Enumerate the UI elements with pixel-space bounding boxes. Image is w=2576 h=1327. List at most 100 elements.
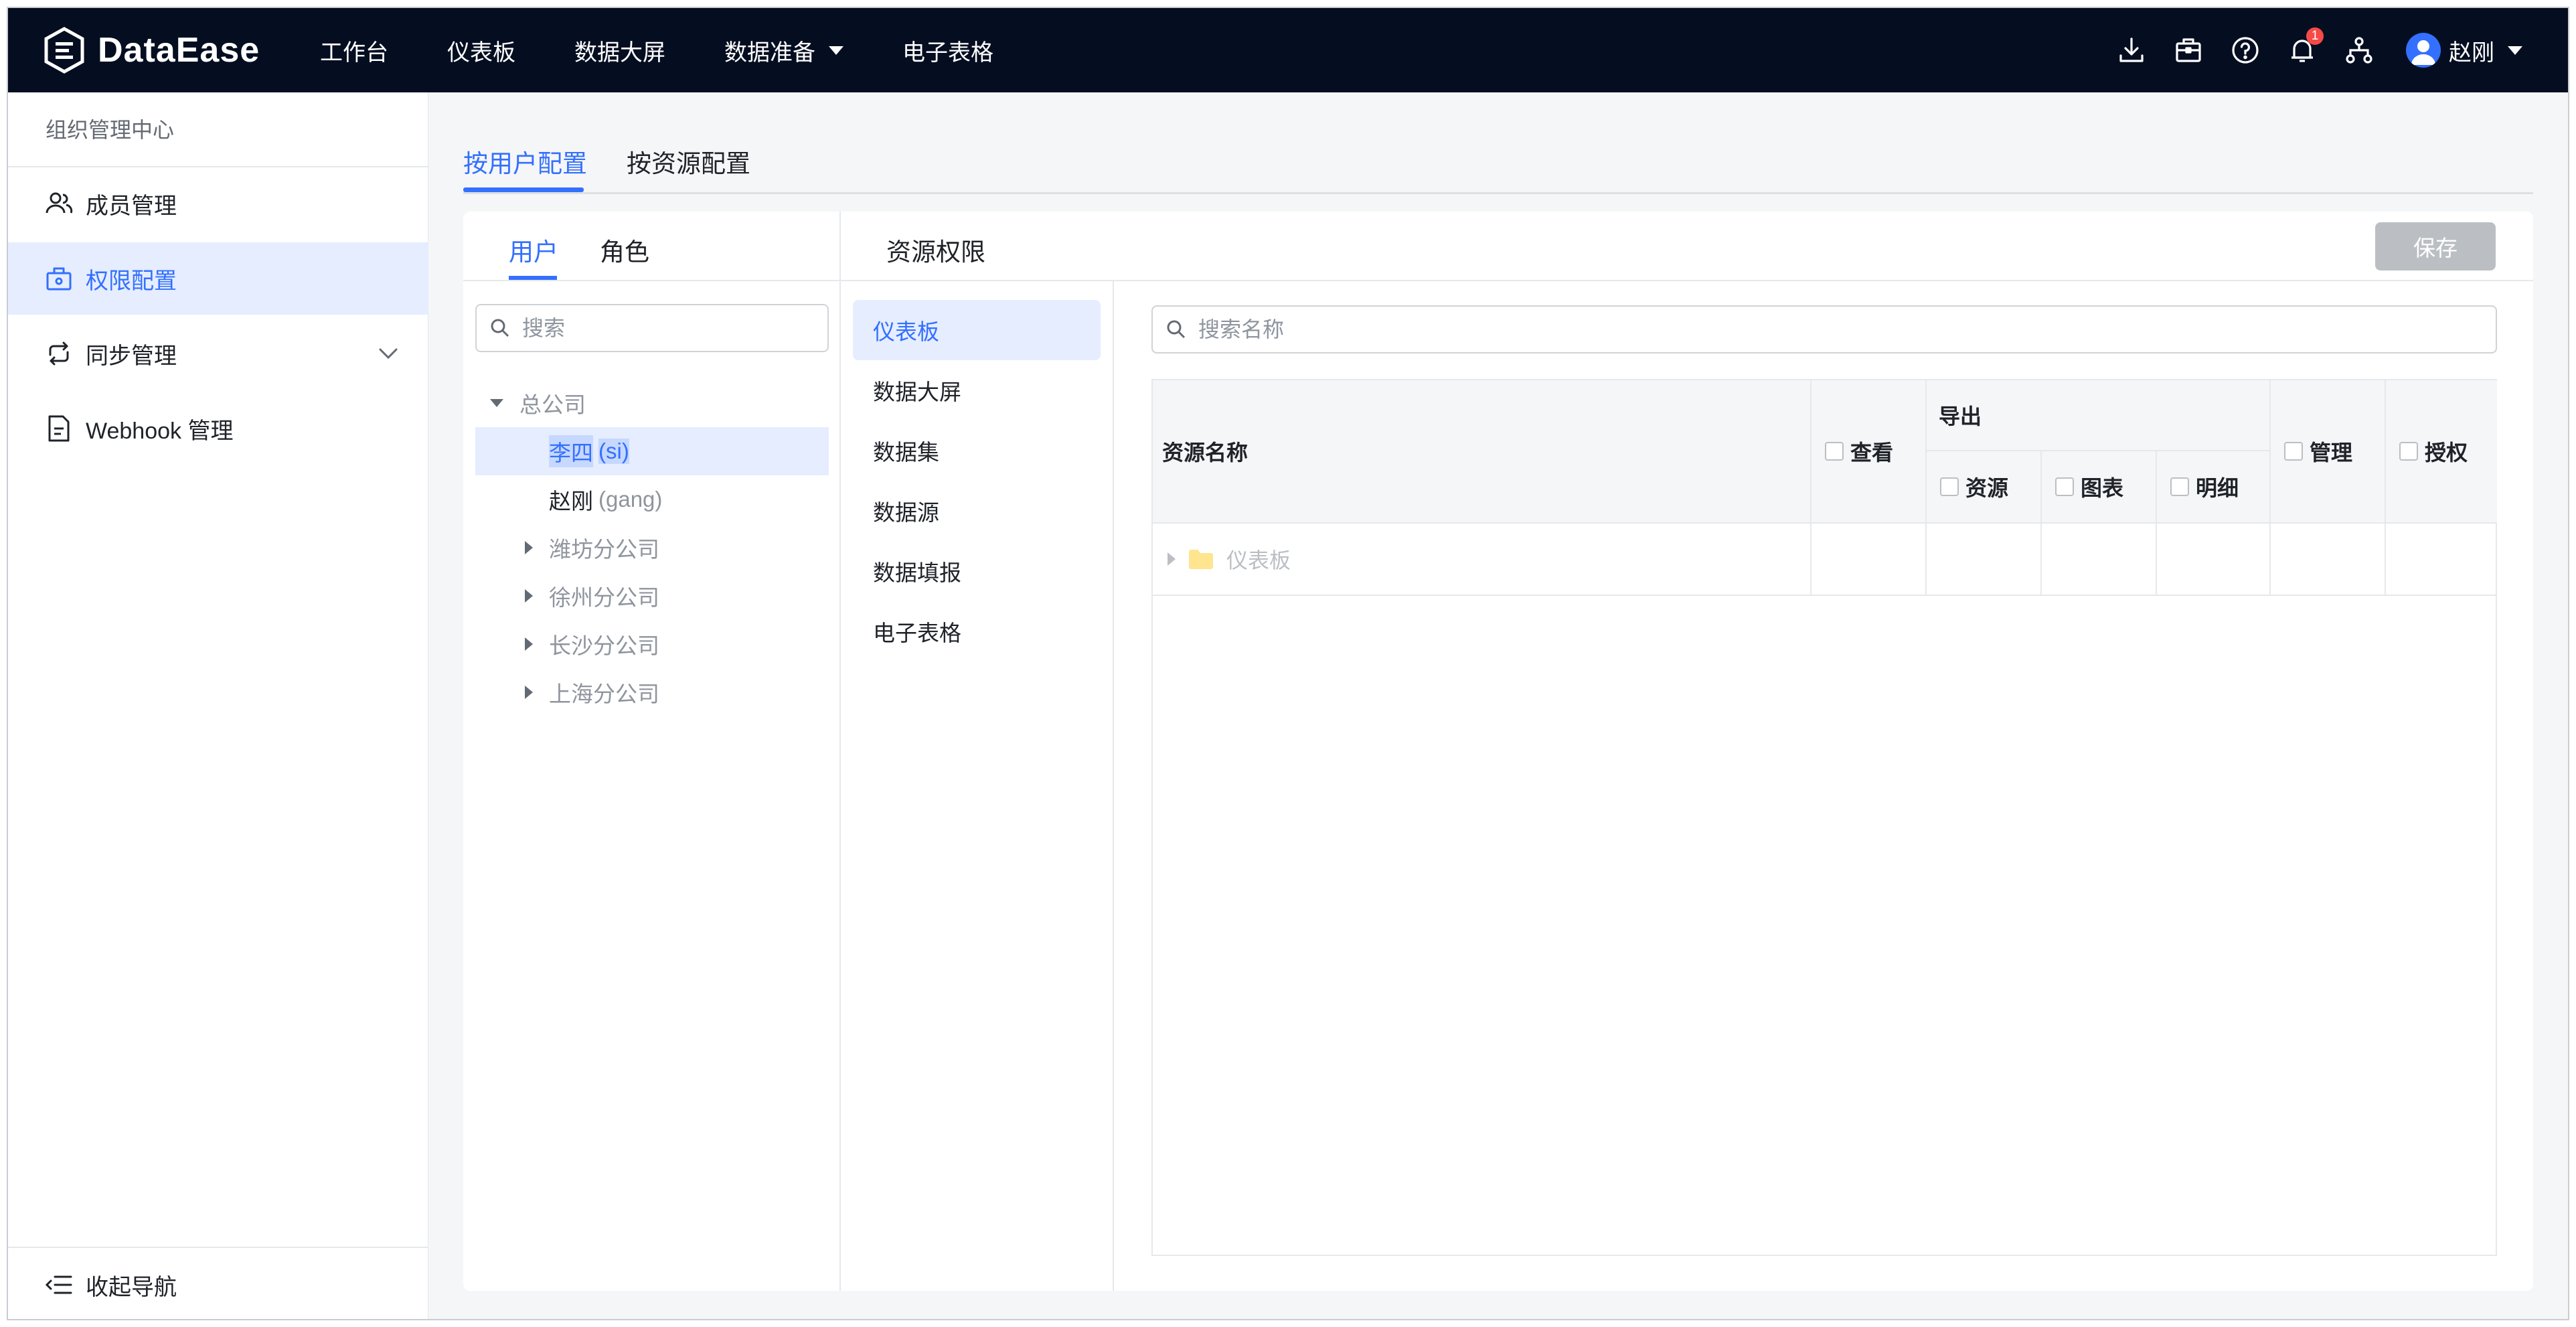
column-header-label: 资源名称 — [1162, 441, 1249, 465]
user-account-label: (si) — [598, 439, 629, 464]
column-header-authorize: 授权 — [2386, 380, 2497, 524]
search-icon — [1167, 320, 1186, 339]
resource-menu-item[interactable]: 数据集 — [853, 420, 1101, 481]
column-header-label: 资源 — [1965, 476, 2009, 500]
folder-icon — [1189, 550, 1213, 569]
column-header-view: 查看 — [1812, 380, 1927, 524]
nav-spreadsheet[interactable]: 电子表格 — [902, 34, 993, 67]
resource-panel: 资源权限 保存 仪表板 数据大屏 数据集 数据源 数据填报 电子表格 搜索名称 … — [841, 212, 2533, 1291]
authorize-all-checkbox[interactable] — [2399, 442, 2418, 461]
tab-label: 角色 — [600, 238, 649, 266]
tab-label: 按用户配置 — [463, 150, 587, 177]
tab-label: 按资源配置 — [627, 150, 750, 177]
resource-menu-item[interactable]: 仪表板 — [853, 300, 1101, 360]
tree-node-label: 上海分公司 — [549, 682, 659, 706]
nav-label: 数据准备 — [724, 40, 815, 66]
tab-users[interactable]: 用户 — [509, 232, 558, 268]
permission-table: 资源名称 查看 导出 资源 图表 明细 管理 授权 仪表板 — [1151, 379, 2497, 1256]
tree-node-branch[interactable]: 上海分公司 — [475, 668, 829, 716]
sidebar-item-sync[interactable]: 同步管理 — [8, 317, 428, 390]
sidebar-item-webhook[interactable]: Webhook 管理 — [8, 392, 428, 465]
org-icon[interactable] — [2344, 35, 2374, 65]
toolbox-icon[interactable] — [2174, 35, 2203, 65]
nav-data-screen[interactable]: 数据大屏 — [574, 34, 665, 67]
expand-arrow-icon[interactable] — [525, 686, 533, 699]
help-icon[interactable] — [2231, 35, 2260, 65]
sidebar-item-label: 成员管理 — [86, 193, 177, 219]
webhook-icon — [44, 414, 74, 443]
tree-node-root[interactable]: 总公司 — [475, 379, 829, 427]
table-cell — [2157, 524, 2271, 596]
header-actions: 1 赵刚 — [2089, 8, 2522, 92]
column-header-export-detail: 明细 — [2157, 451, 2271, 524]
export-chart-checkbox[interactable] — [2055, 477, 2074, 496]
tree-user-si[interactable]: 李四 (si) — [475, 427, 829, 475]
column-header-name: 资源名称 — [1153, 380, 1812, 524]
nav-label: 电子表格 — [902, 40, 993, 66]
config-tabs: 按用户配置 按资源配置 — [463, 138, 2533, 194]
user-name-label: 赵刚 — [549, 489, 593, 514]
table-cell — [2271, 524, 2386, 596]
column-header-label: 管理 — [2310, 441, 2353, 465]
resource-search[interactable] — [1151, 305, 2497, 354]
caret-down-icon — [2508, 46, 2522, 55]
tree-node-label: 徐州分公司 — [549, 585, 659, 610]
resource-panel-header: 资源权限 保存 — [841, 212, 2533, 281]
tree-node-branch[interactable]: 潍坊分公司 — [475, 524, 829, 572]
export-resource-checkbox[interactable] — [1940, 477, 1959, 496]
collapse-nav-button[interactable]: 收起导航 — [8, 1247, 428, 1319]
resource-panel-title: 资源权限 — [886, 238, 985, 266]
resource-table-area: 资源名称 查看 导出 资源 — [1114, 281, 2533, 1291]
sidebar-item-label: 同步管理 — [86, 343, 177, 369]
tab-by-user[interactable]: 按用户配置 — [463, 143, 587, 179]
nav-dashboard[interactable]: 仪表板 — [447, 34, 515, 67]
tree-user-gang[interactable]: 赵刚 (gang) — [475, 475, 829, 524]
expand-arrow-icon[interactable] — [490, 399, 503, 407]
members-icon — [44, 189, 74, 218]
permission-icon — [44, 264, 74, 293]
notification-badge: 1 — [2306, 27, 2324, 45]
tree-node-branch[interactable]: 长沙分公司 — [475, 620, 829, 668]
user-search-input[interactable] — [521, 315, 792, 341]
resource-menu-item[interactable]: 电子表格 — [853, 601, 1101, 661]
expand-arrow-icon[interactable] — [525, 589, 533, 603]
user-role-tabs: 用户 角色 — [463, 212, 839, 281]
users-panel: 用户 角色 总公司 李四 (si) — [463, 212, 841, 1291]
save-button[interactable]: 保存 — [2375, 222, 2496, 270]
user-account-label: (gang) — [598, 487, 663, 512]
resource-menu-item[interactable]: 数据大屏 — [853, 360, 1101, 420]
sidebar-item-permissions[interactable]: 权限配置 — [8, 242, 428, 315]
bell-icon[interactable]: 1 — [2287, 27, 2324, 65]
table-row-resource-cell[interactable]: 仪表板 — [1153, 524, 1812, 596]
expand-arrow-icon[interactable] — [525, 541, 533, 554]
resource-menu-item[interactable]: 数据填报 — [853, 541, 1101, 601]
sidebar-item-members[interactable]: 成员管理 — [8, 167, 428, 240]
table-cell — [2386, 524, 2497, 596]
chevron-down-icon[interactable] — [378, 343, 399, 364]
manage-all-checkbox[interactable] — [2284, 442, 2303, 461]
active-tab-indicator — [463, 187, 584, 192]
nav-data-prep[interactable]: 数据准备 — [724, 34, 843, 67]
tree-node-label: 总公司 — [519, 392, 586, 417]
view-all-checkbox[interactable] — [1825, 442, 1844, 461]
main-content: 按用户配置 按资源配置 用户 角色 搜索 总公司 李四 (si) 赵刚 (gan… — [428, 92, 2568, 1319]
permission-card: 用户 角色 总公司 李四 (si) — [463, 212, 2533, 1291]
expand-arrow-icon[interactable] — [1168, 552, 1176, 566]
nav-workbench[interactable]: 工作台 — [320, 34, 388, 67]
tab-by-resource[interactable]: 按资源配置 — [627, 143, 750, 179]
collapse-icon — [44, 1270, 74, 1300]
tab-label: 用户 — [509, 238, 558, 266]
resource-search-input[interactable] — [1197, 316, 2262, 343]
user-menu[interactable]: 赵刚 — [2406, 33, 2522, 68]
user-name: 赵刚 — [2449, 40, 2494, 66]
tree-node-branch[interactable]: 徐州分公司 — [475, 572, 829, 620]
logo[interactable]: DataEase — [43, 27, 260, 74]
user-search[interactable] — [475, 304, 829, 352]
resource-menu-item[interactable]: 数据源 — [853, 481, 1101, 541]
download-icon[interactable] — [2117, 35, 2146, 65]
tab-roles[interactable]: 角色 — [600, 232, 649, 268]
export-detail-checkbox[interactable] — [2170, 477, 2189, 496]
expand-arrow-icon[interactable] — [525, 637, 533, 651]
table-cell — [1812, 524, 1927, 596]
sidebar-title: 组织管理中心 — [8, 92, 428, 167]
